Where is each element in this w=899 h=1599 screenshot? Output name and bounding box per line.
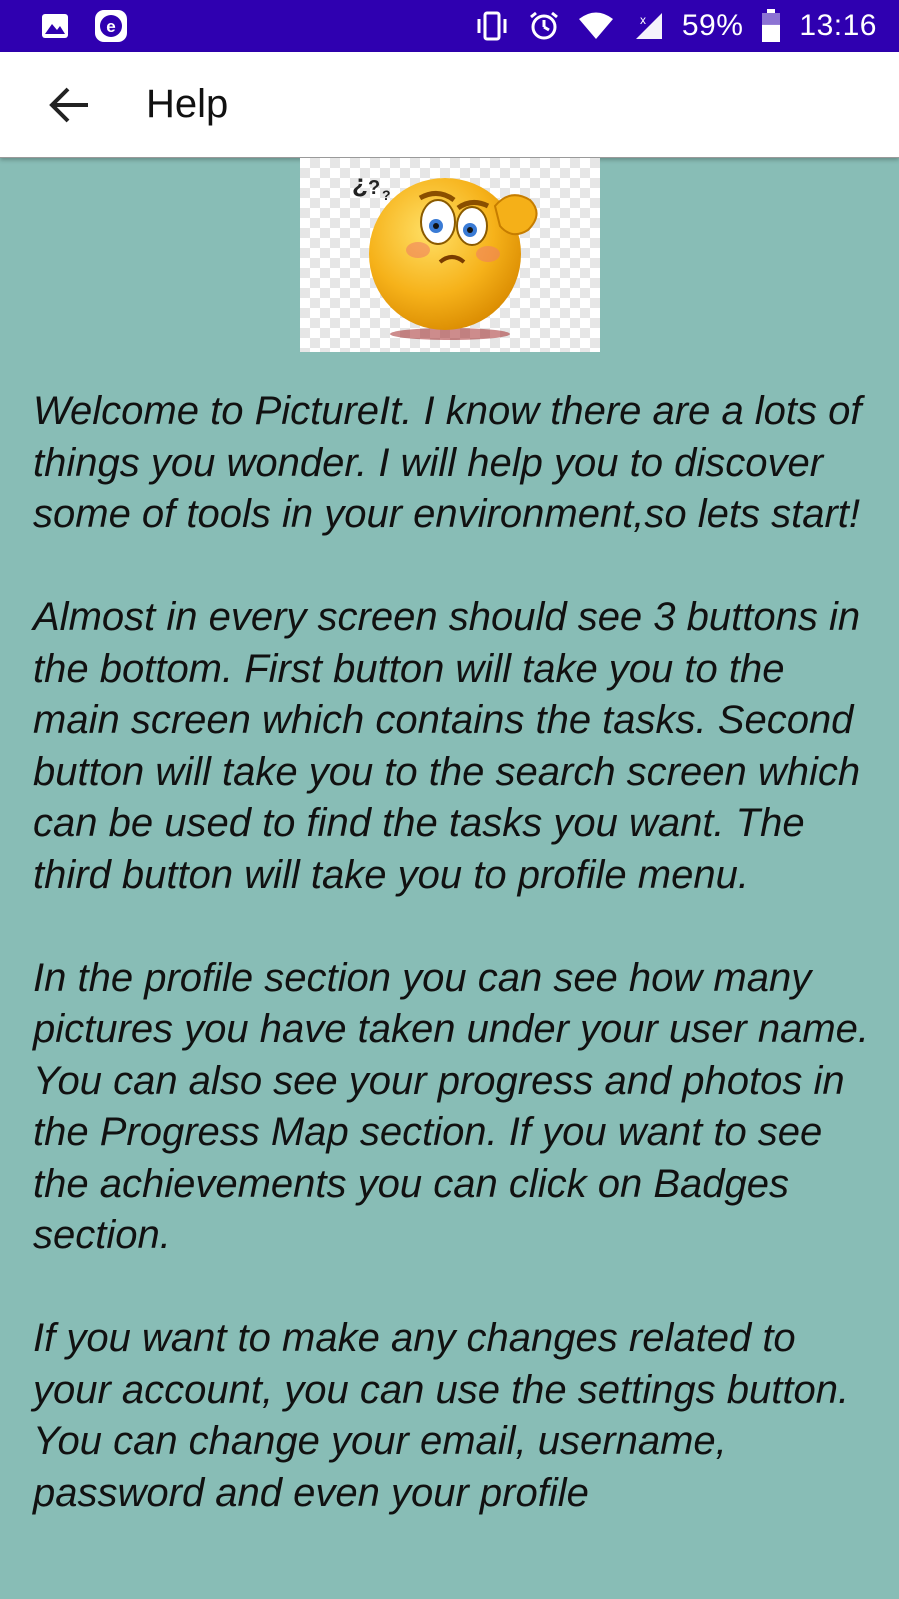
svg-text:?: ? [368,177,380,199]
help-paragraph-settings: If you want to make any changes related … [33,1316,850,1515]
status-left: e [40,9,152,43]
arrow-back-icon [49,87,88,122]
help-paragraph-profile: In the profile section you can see how m… [33,955,870,1258]
svg-text:x: x [640,13,646,27]
e-badge-icon: e [94,9,128,43]
svg-text:?: ? [382,187,391,203]
back-button[interactable] [40,77,96,133]
status-right: x 59% 13:16 [456,9,877,43]
clock-time: 13:16 [799,9,877,42]
wifi-icon [578,12,614,40]
alarm-icon [528,10,560,42]
help-text: Welcome to PictureIt. I know there are a… [33,386,873,1571]
page-title: Help [146,82,229,126]
app-bar: Help [0,52,899,158]
confused-emoji-image: ¿ ? ? [300,158,600,352]
svg-text:e: e [106,17,115,36]
battery-percent: 59% [681,9,744,42]
vibrate-icon [474,11,510,41]
help-paragraph-welcome: Welcome to PictureIt. I know there are a… [33,389,862,536]
help-content: ¿ ? ? Welcome to PictureIt. I know there… [0,158,899,1599]
battery-icon [761,9,781,43]
signal-icon: x [632,11,664,41]
status-bar: e x 59% 13:16 [0,0,899,52]
image-icon [40,11,70,41]
confused-emoji-icon: ¿ ? ? [352,168,538,340]
help-paragraph-buttons: Almost in every screen should see 3 butt… [33,595,861,897]
svg-text:¿: ¿ [352,168,368,198]
